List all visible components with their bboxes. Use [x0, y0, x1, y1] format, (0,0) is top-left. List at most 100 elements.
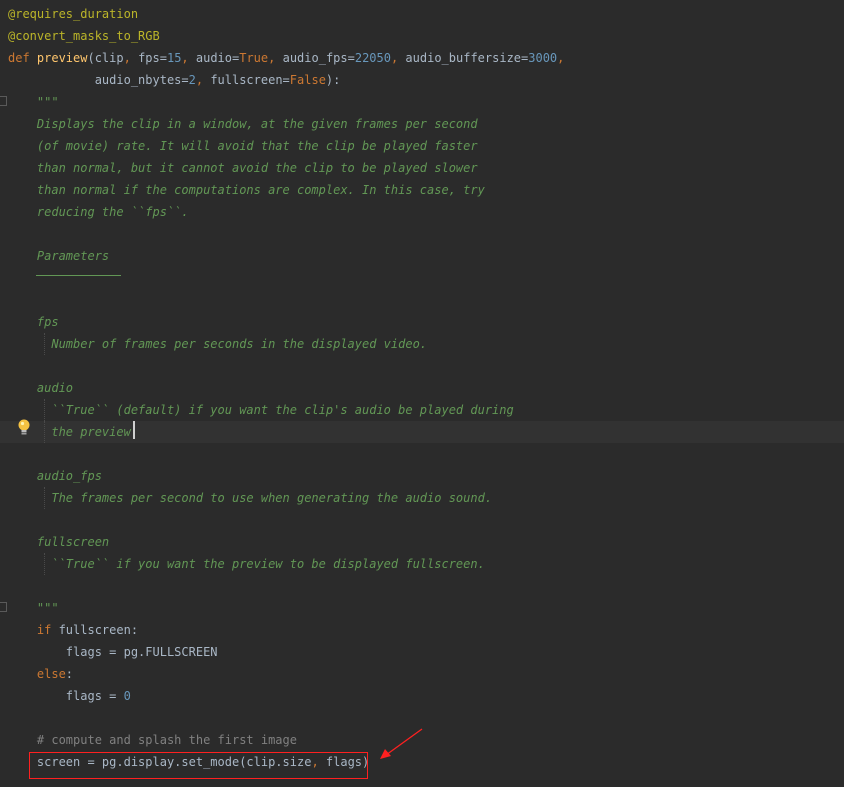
- code-line[interactable]: def preview(clip, fps=15, audio=True, au…: [0, 47, 844, 69]
- code-text: ``True`` (default) if you want the clip'…: [8, 399, 513, 421]
- code-token: (clip: [87, 51, 124, 65]
- code-line[interactable]: [0, 355, 844, 377]
- code-line[interactable]: """: [0, 597, 844, 619]
- code-token: fps: [8, 315, 59, 329]
- code-line[interactable]: than normal if the computations are comp…: [0, 179, 844, 201]
- code-line[interactable]: the preview.: [0, 421, 844, 443]
- code-text: def preview(clip, fps=15, audio=True, au…: [8, 47, 564, 69]
- code-token: (of movie) rate. It will avoid that the …: [8, 139, 478, 153]
- parameters-underline: [36, 275, 121, 276]
- code-token: Parameters: [8, 249, 110, 263]
- code-token: # compute and splash the first image: [8, 733, 297, 747]
- code-line[interactable]: else:: [0, 663, 844, 685]
- code-text: Number of frames per seconds in the disp…: [8, 333, 427, 355]
- highlight-box: [29, 752, 368, 779]
- code-text: Parameters: [8, 245, 109, 267]
- code-line[interactable]: audio_nbytes=2, fullscreen=False):: [0, 69, 844, 91]
- code-token: ,: [181, 51, 196, 65]
- code-token: 0: [123, 689, 131, 703]
- fold-marker-icon[interactable]: [0, 602, 7, 612]
- code-token: audio=: [195, 51, 240, 65]
- code-token: than normal if the computations are comp…: [8, 183, 485, 197]
- code-text: @requires_duration: [8, 3, 138, 25]
- code-text: audio_nbytes=2, fullscreen=False):: [8, 69, 341, 91]
- code-line[interactable]: [0, 509, 844, 531]
- code-text: else:: [8, 663, 73, 685]
- code-line[interactable]: audio_fps: [0, 465, 844, 487]
- code-line[interactable]: ``True`` if you want the preview to be d…: [0, 553, 844, 575]
- code-text: @convert_masks_to_RGB: [8, 25, 160, 47]
- code-token: ):: [325, 73, 341, 87]
- code-token: fullscreen: [8, 535, 110, 549]
- code-text: The frames per second to use when genera…: [8, 487, 492, 509]
- code-line[interactable]: fullscreen: [0, 531, 844, 553]
- code-token: flags =: [8, 689, 124, 703]
- code-line[interactable]: reducing the ``fps``.: [0, 201, 844, 223]
- code-token: 3000: [528, 51, 558, 65]
- code-text: if fullscreen:: [8, 619, 138, 641]
- code-token: audio: [8, 381, 74, 395]
- code-token: ,: [557, 51, 565, 65]
- code-text: Displays the clip in a window, at the gi…: [8, 113, 478, 135]
- code-token: audio_nbytes=: [8, 73, 189, 87]
- code-line[interactable]: ``True`` (default) if you want the clip'…: [0, 399, 844, 421]
- code-token: audio_buffersize=: [405, 51, 529, 65]
- code-token: ``True`` if you want the preview to be d…: [8, 557, 485, 571]
- code-line[interactable]: fps: [0, 311, 844, 333]
- code-token: ,: [390, 51, 406, 65]
- code-line[interactable]: Displays the clip in a window, at the gi…: [0, 113, 844, 135]
- code-line[interactable]: The frames per second to use when genera…: [0, 487, 844, 509]
- code-token: audio_fps=: [282, 51, 355, 65]
- code-token: """: [8, 601, 59, 615]
- code-line[interactable]: [0, 267, 844, 289]
- lightbulb-icon[interactable]: [16, 418, 32, 436]
- code-token: 2: [188, 73, 196, 87]
- code-line[interactable]: (of movie) rate. It will avoid that the …: [0, 135, 844, 157]
- code-line[interactable]: """: [0, 91, 844, 113]
- code-line[interactable]: flags = 0: [0, 685, 844, 707]
- code-token: 22050: [354, 51, 391, 65]
- code-token: preview: [36, 51, 88, 65]
- code-text: fps: [8, 311, 59, 333]
- code-token: """: [8, 95, 59, 109]
- code-token: ,: [123, 51, 139, 65]
- code-token: ,: [195, 73, 211, 87]
- code-token: reducing the ``fps``.: [8, 205, 189, 219]
- code-token: Number of frames per seconds in the disp…: [8, 337, 428, 351]
- code-token: True: [239, 51, 269, 65]
- code-token: else: [8, 667, 66, 681]
- code-line[interactable]: audio: [0, 377, 844, 399]
- code-token: False: [289, 73, 326, 87]
- code-token: 15: [166, 51, 182, 65]
- code-text: ``True`` if you want the preview to be d…: [8, 553, 485, 575]
- code-line[interactable]: @requires_duration: [0, 3, 844, 25]
- code-token: than normal, but it cannot avoid the cli…: [8, 161, 478, 175]
- code-token: The frames per second to use when genera…: [8, 491, 493, 505]
- code-text: (of movie) rate. It will avoid that the …: [8, 135, 478, 157]
- code-line[interactable]: if fullscreen:: [0, 619, 844, 641]
- code-line[interactable]: [0, 443, 844, 465]
- code-line[interactable]: Parameters: [0, 245, 844, 267]
- code-text: flags = pg.FULLSCREEN: [8, 641, 218, 663]
- text-caret: [133, 421, 135, 439]
- code-token: def: [8, 51, 37, 65]
- code-text: # compute and splash the first image: [8, 729, 297, 751]
- code-line[interactable]: [0, 289, 844, 311]
- code-line[interactable]: @convert_masks_to_RGB: [0, 25, 844, 47]
- code-token: audio_fps: [8, 469, 102, 483]
- code-line[interactable]: [0, 575, 844, 597]
- code-token: @requires_duration: [8, 7, 139, 21]
- code-text: fullscreen: [8, 531, 109, 553]
- fold-marker-icon[interactable]: [0, 96, 7, 106]
- code-line[interactable]: flags = pg.FULLSCREEN: [0, 641, 844, 663]
- code-line[interactable]: Number of frames per seconds in the disp…: [0, 333, 844, 355]
- code-line[interactable]: [0, 223, 844, 245]
- code-editor[interactable]: @requires_duration @convert_masks_to_RGBd…: [0, 0, 844, 787]
- code-text: than normal if the computations are comp…: [8, 179, 485, 201]
- code-text: """: [8, 91, 59, 113]
- code-token: fullscreen:: [58, 623, 139, 637]
- code-token: @convert_masks_to_RGB: [8, 29, 160, 43]
- code-line[interactable]: than normal, but it cannot avoid the cli…: [0, 157, 844, 179]
- code-token: flags = pg.FULLSCREEN: [8, 645, 218, 659]
- red-arrow-icon: [380, 728, 423, 759]
